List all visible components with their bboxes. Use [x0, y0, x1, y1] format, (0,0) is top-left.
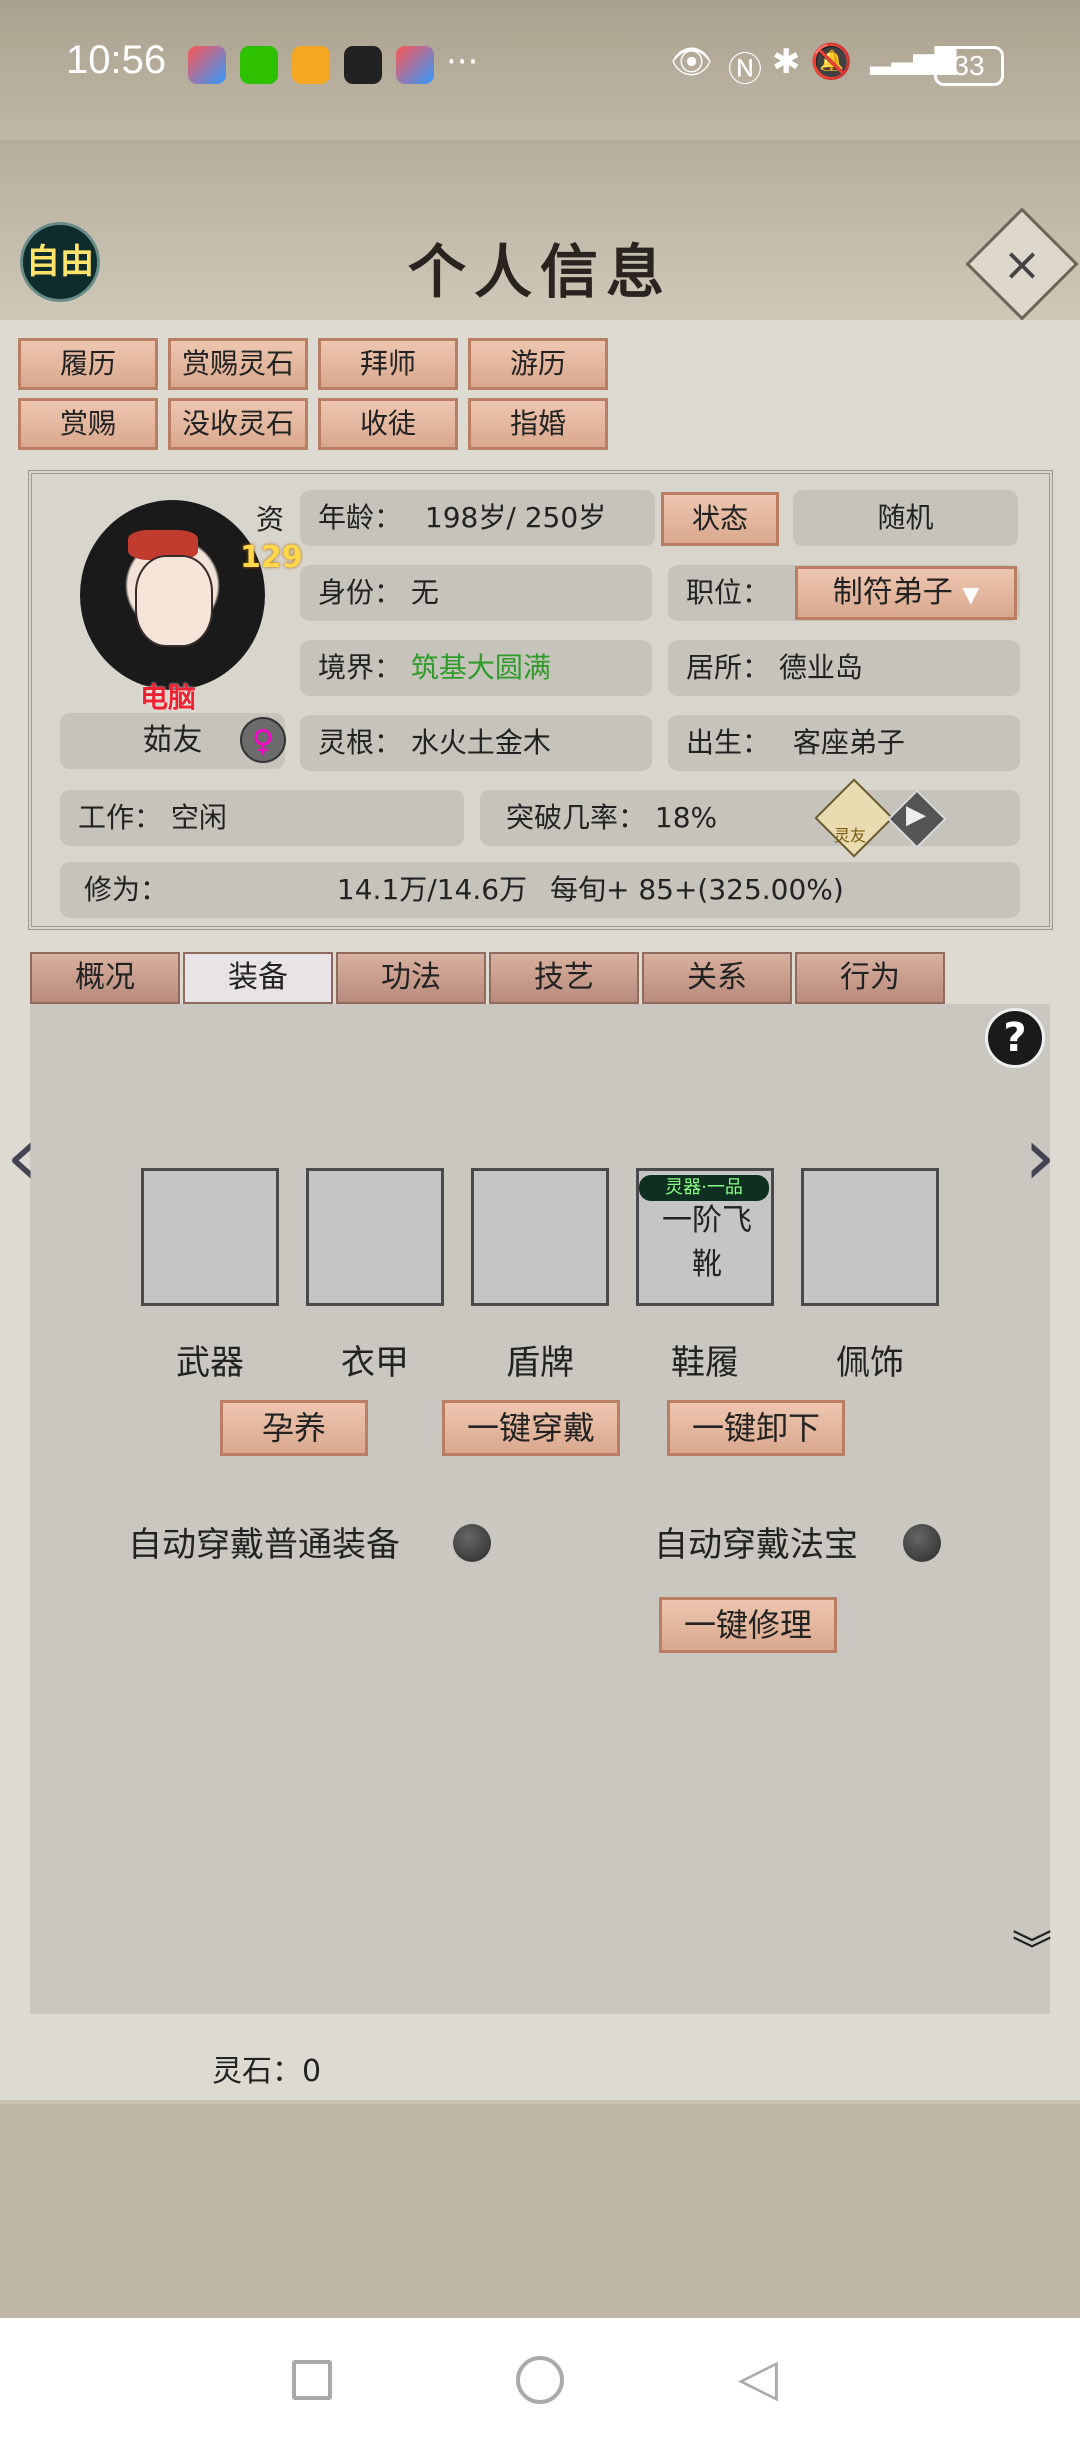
- armor-label: 衣甲: [341, 1343, 409, 1383]
- help-icon[interactable]: ?: [985, 1008, 1045, 1068]
- prev-arrow-icon[interactable]: ‹: [6, 1110, 38, 1203]
- reward-button[interactable]: 赏赐: [18, 398, 158, 450]
- tab-overview[interactable]: 概况: [30, 952, 180, 1004]
- breakthrough-label: 突破几率：: [506, 801, 647, 834]
- breakthrough-value: 18%: [654, 801, 718, 834]
- status-time: 10:56: [66, 38, 167, 82]
- root-field: 灵根： 水火土金木: [300, 715, 652, 771]
- position-label: 职位：: [686, 576, 771, 609]
- accessory-label: 佩饰: [836, 1343, 904, 1383]
- realm-label: 境界：: [318, 651, 403, 684]
- residence-field: 居所： 德业岛: [668, 640, 1020, 696]
- back-icon[interactable]: ◁: [738, 2348, 778, 2408]
- aptitude-value: 129: [240, 540, 303, 575]
- cultivation-field: 修为： 14.1万/14.6万 每旬+ 85+(325.00%): [60, 862, 1020, 918]
- unequip-all-button[interactable]: 一键卸下: [667, 1400, 845, 1456]
- position-value: 制符弟子: [832, 575, 953, 610]
- birth-label: 出生：: [686, 726, 771, 759]
- qq-icon: [344, 46, 382, 84]
- age-field: 年龄： 198岁/ 250岁: [300, 490, 655, 546]
- confiscate-stone-button[interactable]: 没收灵石: [168, 398, 308, 450]
- identity-label: 身份：: [318, 576, 403, 609]
- realm-field: 境界： 筑基大圆满: [300, 640, 652, 696]
- root-value: 水火土金木: [410, 726, 551, 759]
- residence-label: 居所：: [686, 651, 771, 684]
- bottom-band: [0, 2104, 1080, 2319]
- work-label: 工作：: [78, 801, 163, 834]
- random-button[interactable]: 随机: [793, 490, 1018, 546]
- take-disciple-button[interactable]: 收徒: [318, 398, 458, 450]
- bluetooth-icon: ✱: [772, 42, 801, 82]
- computer-badge: 电脑: [140, 681, 197, 714]
- position-select[interactable]: 制符弟子 ▼: [795, 566, 1017, 620]
- accessory-slot[interactable]: [801, 1168, 939, 1306]
- boots-label: 鞋履: [671, 1343, 739, 1383]
- weibo-icon: [292, 46, 330, 84]
- auto-equip-normal-label: 自动穿戴普通装备: [128, 1525, 400, 1565]
- work-field: 工作： 空闲: [60, 790, 464, 846]
- realm-value: 筑基大圆满: [410, 651, 551, 684]
- cultivation-per-turn: 每旬+ 85+(325.00%): [549, 873, 844, 906]
- home-icon[interactable]: [516, 2356, 564, 2404]
- app-icon-1: [188, 46, 226, 84]
- more-notifications-icon: ···: [446, 42, 479, 82]
- weapon-label: 武器: [176, 1343, 244, 1383]
- birth-field: 出生： 客座弟子: [668, 715, 1020, 771]
- next-arrow-icon[interactable]: ›: [1024, 1110, 1056, 1203]
- age-value: 198岁/ 250岁: [424, 501, 607, 534]
- tab-equipment[interactable]: 装备: [183, 952, 333, 1004]
- dropdown-icon: ▼: [962, 583, 980, 608]
- mute-icon: 🔕: [810, 42, 853, 82]
- reward-stone-button[interactable]: 赏赐灵石: [168, 338, 308, 390]
- armor-slot[interactable]: [306, 1168, 444, 1306]
- character-name: 茹友: [142, 723, 203, 758]
- identity-field: 身份： 无: [300, 565, 652, 621]
- travel-button[interactable]: 游历: [468, 338, 608, 390]
- auto-equip-treasure-toggle[interactable]: [903, 1524, 941, 1562]
- work-value: 空闲: [170, 801, 227, 834]
- root-label: 灵根：: [318, 726, 403, 759]
- nfc-icon: Ⓝ: [728, 50, 762, 90]
- character-face: [135, 555, 213, 647]
- boots-item-name: 一阶飞靴: [662, 1203, 752, 1282]
- apprentice-button[interactable]: 拜师: [318, 338, 458, 390]
- residence-value: 德业岛: [778, 651, 863, 684]
- expand-down-icon[interactable]: ︾: [1012, 1931, 1052, 1971]
- spirit-friend-label: 灵友: [834, 826, 867, 845]
- page-title: 个人信息: [407, 238, 672, 306]
- aptitude-label: 资: [255, 503, 284, 536]
- status-button[interactable]: 状态: [661, 492, 779, 546]
- wechat-icon: [240, 46, 278, 84]
- tab-crafts[interactable]: 技艺: [489, 952, 639, 1004]
- nurture-button[interactable]: 孕养: [220, 1400, 368, 1456]
- equipment-panel: [30, 1004, 1050, 2014]
- item-grade-tag: 灵器·一品: [639, 1175, 769, 1201]
- tab-behavior[interactable]: 行为: [795, 952, 945, 1004]
- female-icon: ♀: [240, 717, 286, 763]
- equip-all-button[interactable]: 一键穿戴: [442, 1400, 620, 1456]
- identity-value: 无: [410, 576, 439, 609]
- weapon-slot[interactable]: [141, 1168, 279, 1306]
- birth-value: 客座弟子: [792, 726, 905, 759]
- cultivation-value: 14.1万/14.6万: [336, 873, 528, 906]
- battery-icon: 33: [934, 46, 1004, 86]
- boots-slot[interactable]: 灵器·一品 一阶飞靴: [636, 1168, 774, 1306]
- marriage-button[interactable]: 指婚: [468, 398, 608, 450]
- shield-slot[interactable]: [471, 1168, 609, 1306]
- recent-apps-icon[interactable]: [292, 2360, 332, 2400]
- tab-relations[interactable]: 关系: [642, 952, 792, 1004]
- auto-equip-treasure-label: 自动穿戴法宝: [654, 1525, 858, 1565]
- auto-equip-normal-toggle[interactable]: [453, 1524, 491, 1562]
- app-icon-2: [396, 46, 434, 84]
- repair-all-button[interactable]: 一键修理: [659, 1597, 837, 1653]
- eye-icon: 👁: [670, 42, 714, 82]
- cultivation-label: 修为：: [84, 873, 169, 906]
- play-icon: ▶: [906, 800, 926, 830]
- close-icon[interactable]: ×: [982, 224, 1062, 304]
- shield-label: 盾牌: [506, 1343, 574, 1383]
- history-button[interactable]: 履历: [18, 338, 158, 390]
- tab-skills[interactable]: 功法: [336, 952, 486, 1004]
- spirit-stone-count: 灵石：0: [212, 2054, 322, 2089]
- age-label: 年龄：: [318, 501, 403, 534]
